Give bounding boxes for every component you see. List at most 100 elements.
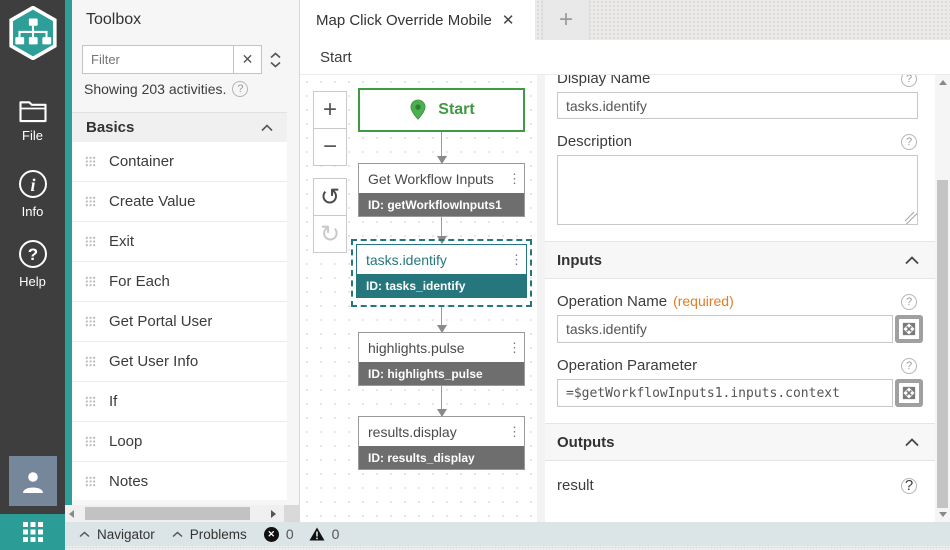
toolbox-item-notes[interactable]: Notes — [72, 462, 287, 500]
node-menu-kebab-icon[interactable]: ⋮ — [508, 172, 521, 185]
scroll-right-arrow-icon[interactable] — [271, 510, 276, 518]
apps-grid-button[interactable] — [0, 514, 65, 550]
display-name-input[interactable] — [557, 92, 918, 119]
toolbox-item-if[interactable]: If — [72, 382, 287, 422]
operation-name-row: Operation Name (required) ? — [545, 293, 935, 310]
sidebar-item-help[interactable]: ? Help — [0, 238, 65, 289]
toolbox-horizontal-scrollbar[interactable] — [65, 505, 300, 522]
status-bar: Navigator Problems ✕ 0 0 — [65, 522, 950, 546]
operation-name-input[interactable] — [557, 315, 893, 343]
plus-icon: + — [558, 6, 573, 33]
node-menu-kebab-icon[interactable]: ⋮ — [508, 425, 521, 438]
plus-icon: + — [322, 96, 337, 123]
scroll-up-arrow-icon[interactable] — [938, 80, 947, 85]
description-textarea[interactable] — [557, 155, 918, 225]
drag-handle-icon — [85, 276, 96, 287]
output-result-row: result ? — [545, 477, 935, 494]
toolbox-item-container[interactable]: Container — [72, 142, 287, 182]
expand-arrows-icon — [899, 319, 919, 339]
node-results-display[interactable]: results.display ⋮ ID: results_display — [358, 416, 525, 470]
toolbox-item-for-each[interactable]: For Each — [72, 262, 287, 302]
help-icon[interactable]: ? — [901, 133, 917, 150]
outputs-section-header[interactable]: Outputs — [545, 423, 935, 461]
warning-count: 0 — [331, 526, 340, 542]
node-title: results.display — [368, 423, 457, 440]
description-row: Description ? — [545, 133, 935, 150]
chevron-up-icon[interactable] — [172, 530, 183, 538]
operation-parameter-label: Operation Parameter — [557, 357, 698, 374]
expression-toggle-button[interactable] — [895, 315, 923, 343]
node-title: tasks.identify — [366, 251, 447, 268]
sidebar-item-info[interactable]: i Info — [0, 168, 65, 219]
chevron-up-icon[interactable] — [79, 530, 90, 538]
node-menu-kebab-icon[interactable]: ⋮ — [508, 341, 521, 354]
workflow-hexagon-logo-icon — [7, 5, 59, 61]
node-start[interactable]: Start — [358, 88, 525, 132]
help-icon[interactable]: ? — [232, 81, 249, 97]
clear-icon: ✕ — [241, 51, 254, 67]
node-tasks-identify[interactable]: tasks.identify ⋮ ID: tasks_identify — [356, 244, 527, 298]
properties-vertical-scrollbar[interactable] — [935, 75, 950, 522]
node-title: highlights.pulse — [368, 339, 465, 356]
help-icon[interactable]: ? — [901, 357, 917, 374]
toolbox-activity-list: Container Create Value Exit For Each Get… — [72, 142, 287, 500]
workflow-canvas[interactable]: + − ↺ ↻ Start Get Workflow Inputs ⋮ ID: … — [300, 75, 537, 522]
navigator-toggle[interactable]: Navigator — [97, 527, 155, 542]
expression-toggle-button[interactable] — [895, 379, 923, 407]
user-icon — [23, 472, 43, 493]
toolbox-section-basics[interactable]: Basics — [72, 112, 287, 142]
node-get-workflow-inputs[interactable]: Get Workflow Inputs ⋮ ID: getWorkflowInp… — [358, 163, 525, 217]
toolbox-filter-row: ✕ — [82, 45, 288, 74]
undo-icon: ↺ — [319, 183, 341, 211]
zoom-in-button[interactable]: + — [313, 91, 347, 129]
toolbox-item-label: For Each — [109, 273, 170, 290]
redo-icon: ↻ — [319, 220, 341, 248]
connector-arrow — [436, 132, 447, 164]
node-menu-kebab-icon[interactable]: ⋮ — [510, 253, 523, 266]
app-sidebar: File i Info ? Help — [0, 0, 65, 550]
apps-grid-icon — [22, 522, 43, 542]
help-icon[interactable]: ? — [901, 477, 917, 494]
toolbox-summary: Showing 203 activities. ? — [84, 81, 249, 97]
required-badge: (required) — [673, 293, 734, 309]
error-count: 0 — [285, 526, 294, 542]
undo-button[interactable]: ↺ — [313, 178, 347, 216]
node-tasks-identify-selected[interactable]: tasks.identify ⋮ ID: tasks_identify — [351, 239, 532, 307]
user-account-button[interactable] — [9, 456, 57, 506]
tab-map-click-override-mobile[interactable]: Map Click Override Mobile ✕ — [300, 0, 535, 40]
toolbox-item-create-value[interactable]: Create Value — [72, 182, 287, 222]
svg-text:i: i — [30, 175, 35, 195]
help-icon[interactable]: ? — [901, 293, 917, 310]
sidebar-item-file[interactable]: File — [0, 98, 65, 143]
close-tab-icon[interactable]: ✕ — [502, 13, 515, 28]
scroll-down-arrow-icon[interactable] — [938, 512, 947, 517]
operation-parameter-input[interactable] — [557, 379, 893, 407]
collapse-expand-all-button[interactable] — [262, 45, 288, 74]
toolbox-item-label: Create Value — [109, 193, 196, 210]
node-id: ID: getWorkflowInputs1 — [359, 193, 524, 216]
toolbox-item-get-user-info[interactable]: Get User Info — [72, 342, 287, 382]
properties-panel: Display Name ? Description ? Inputs Oper… — [545, 75, 935, 522]
node-highlights-pulse[interactable]: highlights.pulse ⋮ ID: highlights_pulse — [358, 332, 525, 386]
display-name-row: Display Name ? — [545, 75, 935, 87]
inputs-section-header[interactable]: Inputs — [545, 241, 935, 279]
scrollbar-thumb[interactable] — [85, 507, 250, 520]
zoom-out-button[interactable]: − — [313, 128, 347, 166]
new-tab-button[interactable]: + — [542, 0, 590, 40]
help-circle-icon: ? — [18, 240, 47, 268]
help-icon[interactable]: ? — [901, 75, 917, 87]
toolbox-item-get-portal-user[interactable]: Get Portal User — [72, 302, 287, 342]
accent-divider — [65, 0, 72, 550]
breadcrumb-start[interactable]: Start — [320, 49, 352, 66]
node-title: Get Workflow Inputs — [368, 170, 494, 187]
clear-filter-button[interactable]: ✕ — [233, 46, 261, 73]
filter-input[interactable] — [83, 46, 233, 73]
toolbox-item-label: If — [109, 393, 118, 410]
toolbox-item-loop[interactable]: Loop — [72, 422, 287, 462]
scroll-left-arrow-icon[interactable] — [69, 510, 74, 518]
scrollbar-thumb[interactable] — [937, 180, 948, 508]
problems-toggle[interactable]: Problems — [190, 527, 247, 542]
redo-button[interactable]: ↻ — [313, 215, 347, 253]
toolbox-item-exit[interactable]: Exit — [72, 222, 287, 262]
connector-arrow — [436, 386, 447, 417]
